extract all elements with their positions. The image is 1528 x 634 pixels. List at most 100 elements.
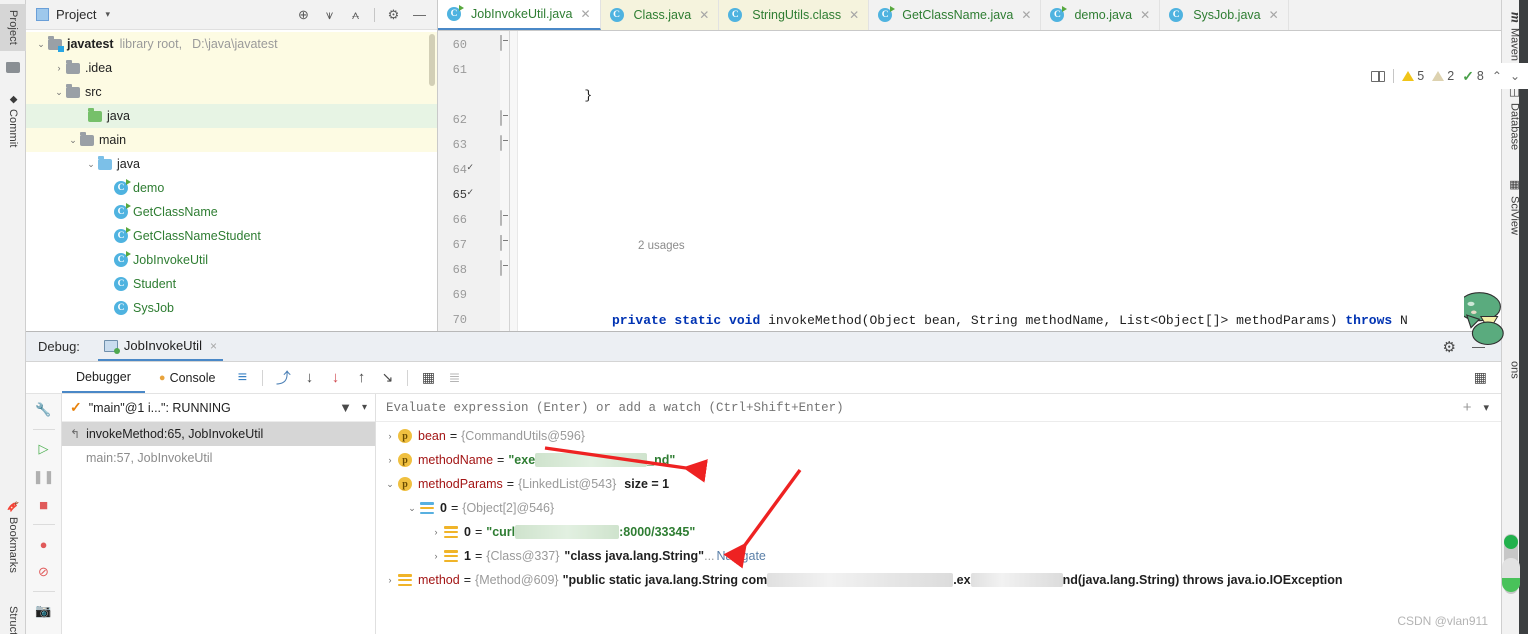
close-icon[interactable]: ✕ (699, 8, 709, 22)
breakpoint-line-64[interactable] (472, 158, 500, 183)
tree-item-getclassname[interactable]: C GetClassName (26, 200, 437, 224)
chevron-down-icon[interactable]: ▾ (362, 402, 367, 413)
previous-problem-icon[interactable]: ⌃ (1492, 69, 1502, 83)
tab-class-java[interactable]: C Class.java ✕ (600, 0, 720, 30)
evaluate-expression-icon[interactable]: ▦ (415, 367, 441, 389)
breakpoint-line-65[interactable] (472, 183, 500, 208)
tree-item-java-package[interactable]: ⌄ java (26, 152, 437, 176)
sidebar-item-structure[interactable]: Structure (0, 600, 26, 634)
hide-icon[interactable]: — (412, 7, 427, 22)
tab-console[interactable]: ● Console (145, 362, 230, 393)
book-icon[interactable] (1371, 70, 1386, 82)
force-step-into-icon[interactable]: ↓ (322, 367, 348, 389)
fold-collapse-icon[interactable] (500, 210, 502, 226)
variable-row-bean[interactable]: › p bean = {CommandUtils@596} (376, 424, 1501, 448)
filter-icon[interactable]: ▼ (339, 400, 352, 415)
tree-item-getclassnamestudent[interactable]: C GetClassNameStudent (26, 224, 437, 248)
status-badge-warnings[interactable]: 5 (1402, 69, 1424, 83)
evaluate-expression-input[interactable] (386, 400, 1451, 415)
expand-all-icon[interactable]: ⩛ (322, 7, 337, 22)
debug-configuration-tab[interactable]: JobInvokeUtil × (97, 332, 223, 361)
step-into-icon[interactable]: ↓ (296, 367, 322, 389)
chevron-down-icon[interactable]: ⌄ (404, 503, 420, 514)
chevron-down-icon[interactable]: ⌄ (34, 39, 48, 50)
frame-row-main[interactable]: main:57, JobInvokeUtil (62, 446, 375, 470)
trace-icon[interactable]: ≣ (441, 367, 467, 389)
variables-tree[interactable]: › p bean = {CommandUtils@596} › p method… (376, 422, 1501, 634)
tree-item-jobinvokeutil[interactable]: C JobInvokeUtil (26, 248, 437, 272)
chevron-down-icon[interactable]: ⌄ (52, 87, 66, 98)
close-icon[interactable]: ✕ (849, 8, 859, 22)
step-out-icon[interactable]: ↑ (348, 367, 374, 389)
tree-item-sysjob[interactable]: C SysJob (26, 296, 437, 320)
chevron-down-icon[interactable]: ▾ (105, 9, 110, 20)
tree-item-demo[interactable]: C demo (26, 176, 437, 200)
tab-stringutils-class[interactable]: C StringUtils.class ✕ (719, 0, 870, 30)
fold-collapse-icon[interactable] (500, 135, 502, 151)
screenshot-icon[interactable]: 📷 (33, 600, 55, 622)
layout-chooser-icon[interactable]: ▦ (1474, 369, 1501, 386)
chevron-right-icon[interactable]: › (428, 551, 444, 561)
locate-icon[interactable]: ⊕ (296, 7, 311, 22)
tab-jobinvokeutil-java[interactable]: C JobInvokeUtil.java ✕ (438, 0, 601, 30)
navigate-link[interactable]: Navigate (717, 549, 766, 563)
layout-settings-icon[interactable]: ≡ (229, 367, 255, 389)
close-icon[interactable]: × (210, 339, 217, 353)
thread-selector[interactable]: ✓ "main"@1 i...": RUNNING ▼ ▾ (62, 394, 375, 422)
fold-collapse-icon[interactable] (500, 235, 502, 251)
collapse-all-icon[interactable]: ⩜ (348, 7, 363, 22)
fold-collapse-icon[interactable] (500, 35, 502, 51)
variable-row-class-string[interactable]: › 1 = {Class@337} "class java.lang.Strin… (376, 544, 1501, 568)
variable-row-curl-string[interactable]: › 0 = "curl :8000/33345" (376, 520, 1501, 544)
memory-indicator[interactable] (1502, 558, 1520, 592)
tab-debugger[interactable]: Debugger (62, 362, 145, 393)
tab-demo-java[interactable]: C demo.java ✕ (1041, 0, 1161, 30)
project-scrollbar[interactable] (429, 34, 435, 86)
chevron-right-icon[interactable]: › (52, 63, 66, 73)
mute-breakpoints-icon[interactable]: ⊘ (33, 561, 55, 583)
tree-item-javatest[interactable]: ⌄ javatest library root, D:\java\javates… (26, 32, 437, 56)
variable-row-method[interactable]: › method = {Method@609} "public static j… (376, 568, 1501, 592)
view-breakpoints-icon[interactable]: ● (33, 533, 55, 555)
close-icon[interactable]: ✕ (1269, 8, 1279, 22)
fold-collapse-icon[interactable] (500, 110, 502, 126)
chevron-down-icon[interactable]: ⌄ (66, 135, 80, 146)
chevron-right-icon[interactable]: › (428, 527, 444, 537)
variable-row-methodparams[interactable]: ⌄ p methodParams = {LinkedList@543} size… (376, 472, 1501, 496)
chevron-right-icon[interactable]: › (382, 575, 398, 585)
step-over-icon[interactable]: ⤴ (270, 367, 296, 389)
settings-wrench-icon[interactable]: 🔧 (33, 399, 55, 421)
frame-row-invokemethod[interactable]: ↰ invokeMethod:65, JobInvokeUtil (62, 422, 375, 446)
chevron-right-icon[interactable]: › (382, 455, 398, 465)
close-icon[interactable]: ✕ (1140, 8, 1150, 22)
run-to-cursor-icon[interactable]: ↘ (374, 367, 400, 389)
close-icon[interactable]: ✕ (580, 7, 590, 21)
add-watch-icon[interactable]: + (1463, 399, 1472, 416)
tree-item-java-source-root[interactable]: › java (26, 104, 437, 128)
tree-item-idea[interactable]: › .idea (26, 56, 437, 80)
close-icon[interactable]: ✕ (1021, 8, 1031, 22)
resume-program-icon[interactable]: ▷ (33, 438, 55, 460)
tree-item-main[interactable]: ⌄ main (26, 128, 437, 152)
settings-gear-icon[interactable]: ⚙ (386, 7, 401, 22)
tab-sysjob-java[interactable]: C SysJob.java ✕ (1160, 0, 1289, 30)
pause-program-icon[interactable]: ❚❚ (33, 466, 55, 488)
variable-row-index-0[interactable]: ⌄ 0 = {Object[2]@546} (376, 496, 1501, 520)
sidebar-item-commit[interactable]: ◆ Commit (0, 88, 26, 154)
chevron-down-icon[interactable]: ⌄ (84, 159, 98, 170)
sidebar-item-bookmarks[interactable]: 🔖 Bookmarks (0, 495, 26, 579)
usages-label[interactable]: 2 usages (522, 240, 685, 252)
project-tree[interactable]: ⌄ javatest library root, D:\java\javates… (26, 30, 437, 331)
variable-row-methodname[interactable]: › p methodName = "exe _nd" (376, 448, 1501, 472)
status-badge-typos[interactable]: ✓ 8 (1462, 68, 1484, 85)
tree-item-student[interactable]: C Student (26, 272, 437, 296)
chevron-down-icon[interactable]: ⌄ (382, 479, 398, 490)
status-badge-weak-warnings[interactable]: 2 (1432, 69, 1454, 83)
stop-icon[interactable]: ■ (33, 494, 55, 516)
watch-options-icon[interactable]: ▾ (1483, 401, 1489, 414)
tab-getclassname-java[interactable]: C GetClassName.java ✕ (869, 0, 1042, 30)
tree-item-src[interactable]: ⌄ src (26, 80, 437, 104)
next-problem-icon[interactable]: ⌄ (1510, 69, 1520, 83)
chevron-right-icon[interactable]: › (382, 431, 398, 441)
evaluate-expression-bar[interactable]: + ▾ (376, 394, 1501, 422)
